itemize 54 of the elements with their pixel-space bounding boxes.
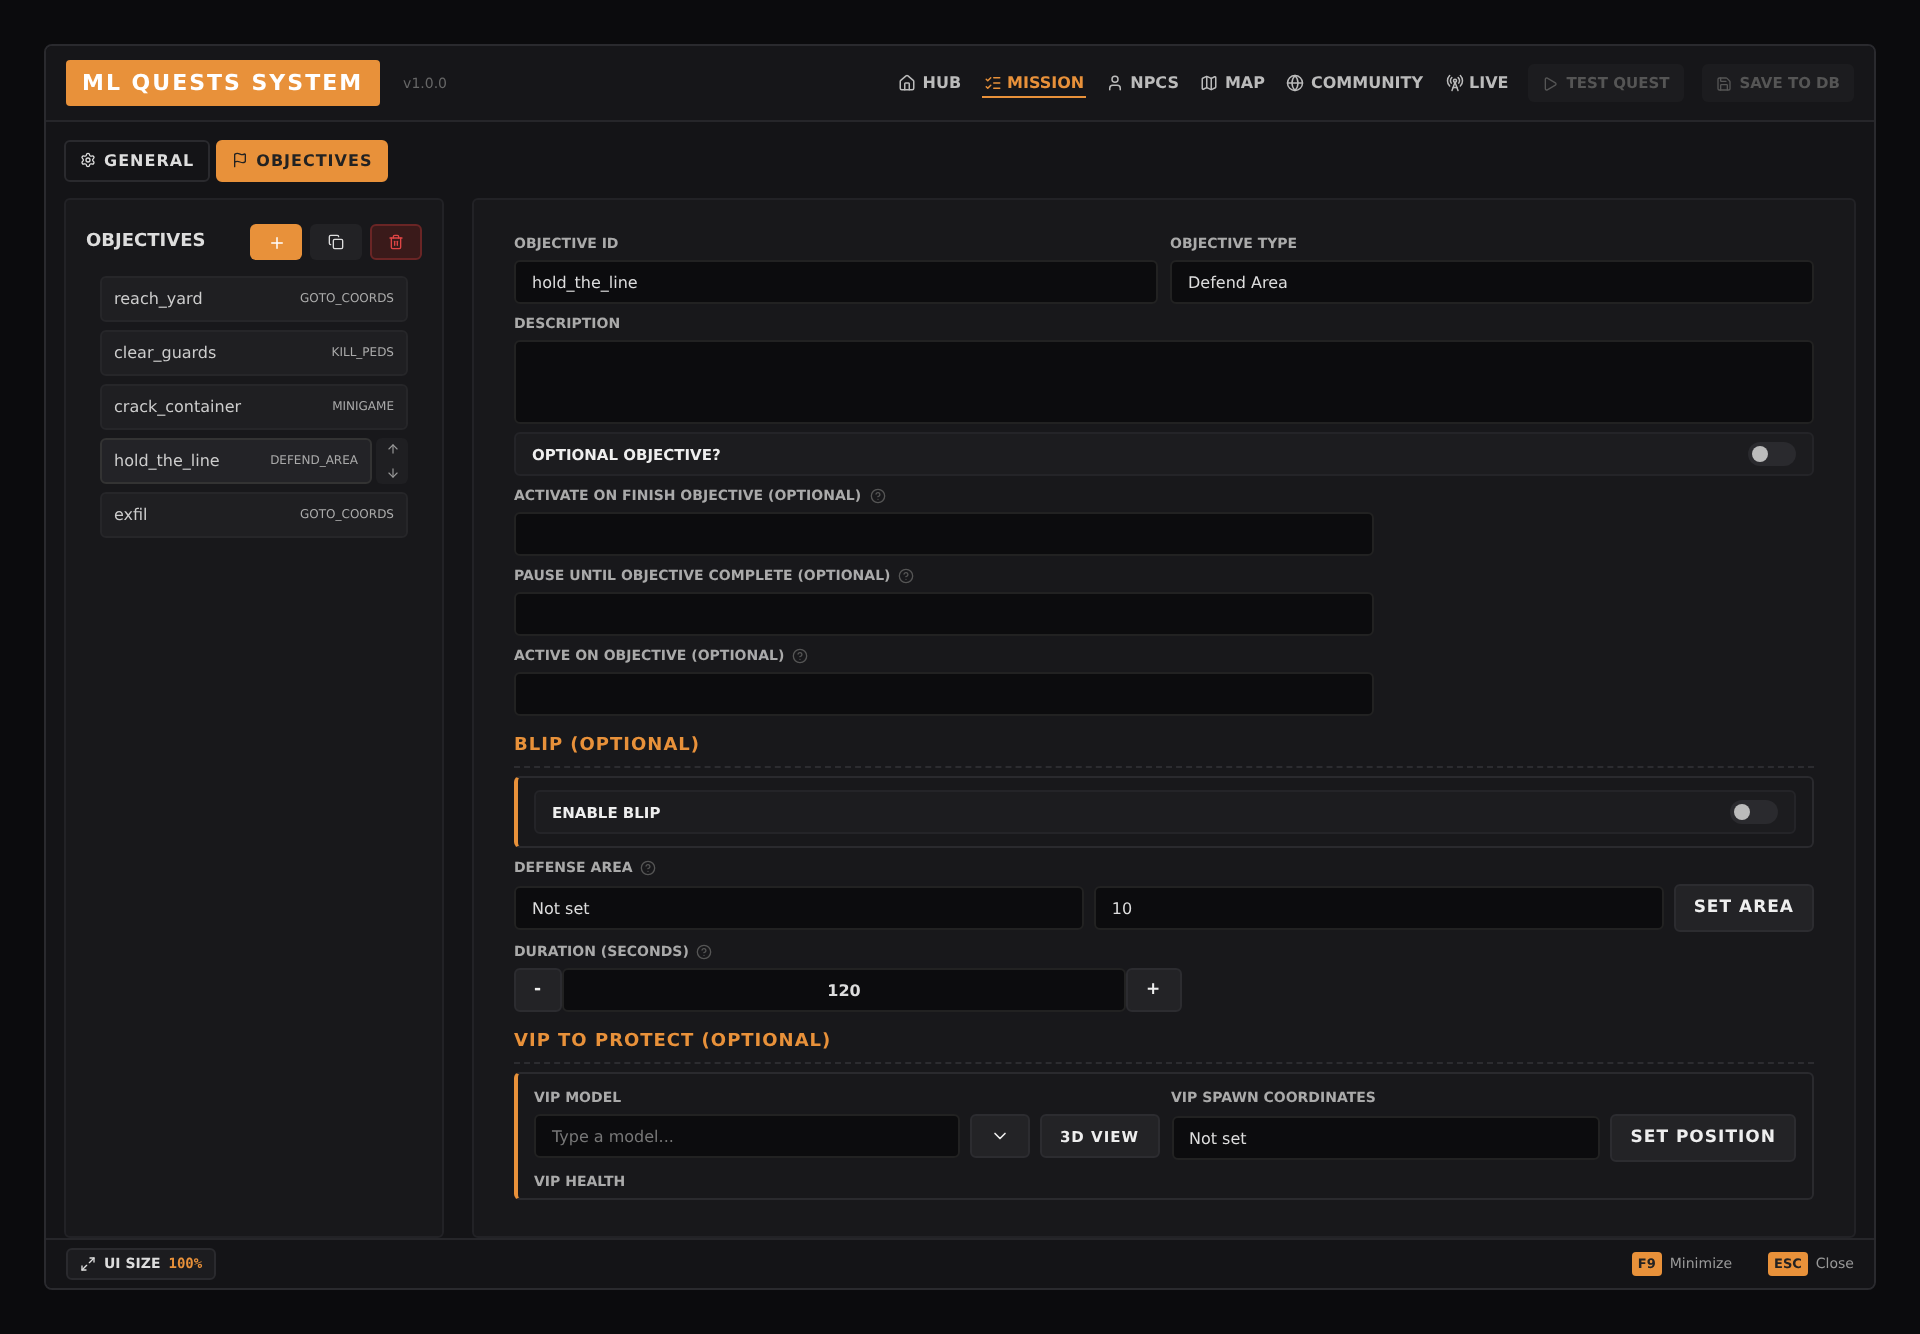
delete-button[interactable] [370, 224, 422, 260]
map-icon [1200, 73, 1219, 91]
number-field[interactable]: 120 [562, 968, 1127, 1012]
objective-name: hold_the_line [114, 452, 220, 470]
section-title: VIP TO PROTECT (OPTIONAL) [514, 1024, 1814, 1064]
increment-button[interactable]: + [1126, 968, 1182, 1012]
save-icon [1715, 75, 1732, 91]
help-icon [696, 944, 713, 960]
home-icon [898, 73, 917, 91]
decrement-button[interactable]: - [514, 968, 563, 1012]
arrow-down-icon [385, 465, 399, 480]
nav-link[interactable]: HUB [896, 69, 964, 97]
nav-link[interactable]: MAP [1198, 69, 1267, 97]
duplicate-button[interactable] [310, 224, 362, 260]
help-icon [792, 648, 809, 664]
trash-icon [388, 234, 404, 250]
select-field[interactable]: Defend Area [1170, 260, 1814, 304]
checklist-icon [983, 73, 1002, 91]
input-field[interactable]: hold_the_line [514, 260, 1158, 304]
expand-icon [80, 1256, 96, 1272]
toggle-switch[interactable] [1748, 442, 1796, 466]
nav-link[interactable]: COMMUNITY [1284, 69, 1425, 97]
objective-name: crack_container [114, 398, 242, 416]
set-area-button[interactable]: SET AREA [1673, 884, 1815, 932]
reorder-control[interactable] [376, 438, 408, 484]
nav-link[interactable]: LIVE [1443, 69, 1511, 97]
play-icon [1542, 75, 1559, 91]
plus-icon [267, 233, 285, 251]
section-title: BLIP (OPTIONAL) [514, 728, 1814, 768]
app-title: ML QUESTS SYSTEM [66, 60, 380, 106]
tab[interactable]: GENERAL [64, 139, 211, 181]
objective-name: clear_guards [114, 344, 217, 362]
flag-icon [232, 152, 249, 168]
user-icon [1106, 73, 1125, 91]
arrow-up-icon [385, 442, 399, 457]
objective-name: reach_yard [114, 290, 203, 308]
toggle-switch[interactable] [1730, 800, 1778, 824]
input-field[interactable]: 10 [1093, 886, 1664, 930]
objective-name: exfil [114, 506, 148, 524]
help-icon [640, 860, 657, 876]
input-field[interactable]: Not set [514, 886, 1084, 930]
help-icon [898, 568, 915, 584]
nav-link[interactable]: MISSION [981, 69, 1087, 97]
tab[interactable]: OBJECTIVES [216, 139, 389, 181]
set-position-button[interactable]: SET POSITION [1610, 1114, 1796, 1162]
gear-icon [80, 152, 96, 168]
input-field[interactable]: Not set [1171, 1116, 1601, 1160]
globe-icon [1286, 73, 1305, 91]
antenna-icon [1445, 73, 1463, 91]
help-icon [869, 488, 886, 504]
copy-icon [328, 234, 344, 250]
nav-link[interactable]: NPCS [1104, 69, 1181, 97]
panel-title: OBJECTIVES [86, 232, 206, 252]
input-field[interactable]: Type a model... [534, 1114, 960, 1158]
